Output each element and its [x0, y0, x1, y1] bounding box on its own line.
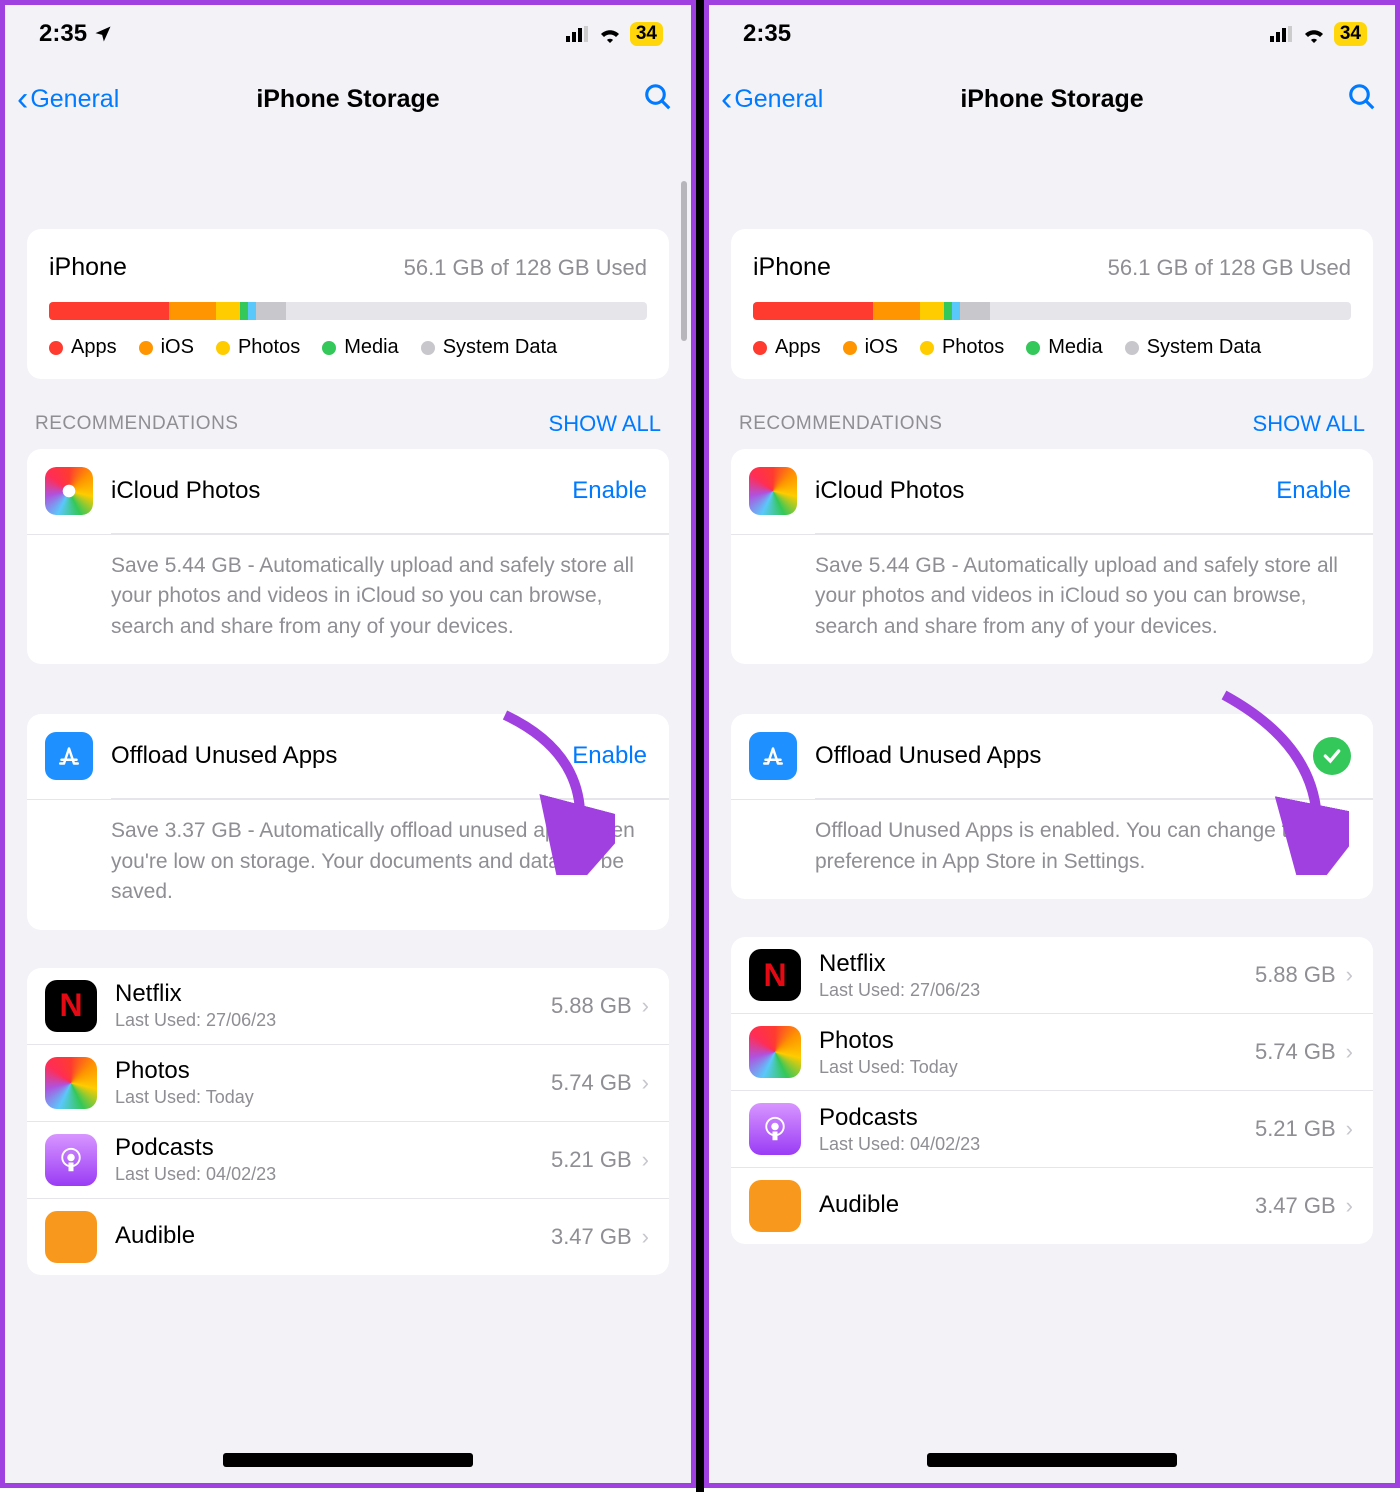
wifi-icon — [1302, 25, 1326, 43]
chevron-left-icon: ‹ — [17, 80, 28, 119]
chevron-right-icon: › — [642, 993, 649, 1019]
device-label: iPhone — [753, 253, 831, 282]
offload-title: Offload Unused Apps — [815, 742, 1313, 770]
search-icon — [1347, 82, 1377, 112]
app-row-netflix[interactable]: N NetflixLast Used: 27/06/23 5.88 GB › — [731, 937, 1373, 1014]
chevron-right-icon: › — [642, 1224, 649, 1250]
app-row-audible[interactable]: Audible 3.47 GB › — [731, 1168, 1373, 1244]
storage-summary-card: iPhone 56.1 GB of 128 GB Used Apps iOS P… — [731, 229, 1373, 379]
app-row-audible[interactable]: Audible 3.47 GB › — [27, 1199, 669, 1275]
device-label: iPhone — [49, 253, 127, 282]
storage-used-text: 56.1 GB of 128 GB Used — [404, 255, 647, 281]
navbar: ‹ General iPhone Storage — [709, 63, 1395, 135]
search-button[interactable] — [643, 82, 673, 117]
photos-app-icon — [749, 467, 797, 515]
wifi-icon — [598, 25, 622, 43]
photos-icon — [45, 1057, 97, 1109]
status-bar: 2:35 34 — [709, 5, 1395, 63]
battery-badge: 34 — [630, 22, 663, 46]
chevron-right-icon: › — [642, 1147, 649, 1173]
storage-used-text: 56.1 GB of 128 GB Used — [1108, 255, 1351, 281]
show-all-button[interactable]: SHOW ALL — [1253, 411, 1365, 437]
search-button[interactable] — [1347, 82, 1377, 117]
app-store-icon — [45, 732, 93, 780]
offload-title: Offload Unused Apps — [111, 742, 572, 770]
storage-bar — [753, 302, 1351, 320]
icloud-enable-button[interactable]: Enable — [1276, 477, 1351, 505]
offload-apps-recommendation: Offload Unused Apps Enable Save 3.37 GB … — [27, 714, 669, 929]
status-time: 2:35 — [743, 20, 791, 48]
app-list: N NetflixLast Used: 27/06/23 5.88 GB › P… — [731, 937, 1373, 1244]
status-time: 2:35 — [39, 20, 87, 48]
back-label: General — [734, 85, 823, 114]
storage-legend: Apps iOS Photos Media System Data — [753, 336, 1351, 359]
storage-summary-card: iPhone 56.1 GB of 128 GB Used Apps iOS P… — [27, 229, 669, 379]
navbar: ‹ General iPhone Storage — [5, 63, 691, 135]
battery-badge: 34 — [1334, 22, 1367, 46]
enabled-check-icon — [1313, 737, 1351, 775]
back-label: General — [30, 85, 119, 114]
netflix-icon: N — [45, 980, 97, 1032]
audible-icon — [749, 1180, 801, 1232]
photos-icon — [749, 1026, 801, 1078]
app-list: N NetflixLast Used: 27/06/23 5.88 GB › P… — [27, 968, 669, 1275]
storage-legend: Apps iOS Photos Media System Data — [49, 336, 647, 359]
app-store-icon — [749, 732, 797, 780]
location-icon — [93, 24, 113, 44]
chevron-right-icon: › — [1346, 1193, 1353, 1219]
redaction-bar — [223, 1453, 473, 1467]
chevron-right-icon: › — [1346, 1039, 1353, 1065]
icloud-photos-description: Save 5.44 GB - Automatically upload and … — [27, 534, 669, 664]
show-all-button[interactable]: SHOW ALL — [549, 411, 661, 437]
offload-description: Offload Unused Apps is enabled. You can … — [731, 799, 1373, 899]
recommendations-header: RECOMMENDATIONS — [739, 413, 942, 435]
icloud-photos-title: iCloud Photos — [111, 477, 572, 505]
photos-app-icon — [45, 467, 93, 515]
offload-apps-recommendation-enabled: Offload Unused Apps Offload Unused Apps … — [731, 714, 1373, 899]
phone-left: 2:35 34 ‹ General iPhone Storage iPhone — [0, 0, 696, 1488]
status-bar: 2:35 34 — [5, 5, 691, 63]
audible-icon — [45, 1211, 97, 1263]
icloud-photos-recommendation: iCloud Photos Enable Save 5.44 GB - Auto… — [731, 449, 1373, 664]
cellular-icon — [566, 26, 590, 42]
podcasts-icon — [45, 1134, 97, 1186]
app-row-netflix[interactable]: N NetflixLast Used: 27/06/23 5.88 GB › — [27, 968, 669, 1045]
netflix-icon: N — [749, 949, 801, 1001]
app-row-podcasts[interactable]: PodcastsLast Used: 04/02/23 5.21 GB › — [27, 1122, 669, 1199]
redaction-bar — [927, 1453, 1177, 1467]
chevron-right-icon: › — [1346, 1116, 1353, 1142]
storage-bar — [49, 302, 647, 320]
recommendations-header: RECOMMENDATIONS — [35, 413, 238, 435]
icloud-photos-description: Save 5.44 GB - Automatically upload and … — [731, 534, 1373, 664]
chevron-left-icon: ‹ — [721, 80, 732, 119]
icloud-photos-recommendation: iCloud Photos Enable Save 5.44 GB - Auto… — [27, 449, 669, 664]
cellular-icon — [1270, 26, 1294, 42]
back-button[interactable]: ‹ General — [721, 80, 823, 119]
app-row-photos[interactable]: PhotosLast Used: Today 5.74 GB › — [27, 1045, 669, 1122]
back-button[interactable]: ‹ General — [17, 80, 119, 119]
scrollbar[interactable] — [681, 181, 687, 341]
icloud-enable-button[interactable]: Enable — [572, 477, 647, 505]
search-icon — [643, 82, 673, 112]
app-row-photos[interactable]: PhotosLast Used: Today 5.74 GB › — [731, 1014, 1373, 1091]
chevron-right-icon: › — [1346, 962, 1353, 988]
icloud-photos-title: iCloud Photos — [815, 477, 1276, 505]
offload-description: Save 3.37 GB - Automatically offload unu… — [27, 799, 669, 929]
chevron-right-icon: › — [642, 1070, 649, 1096]
phone-right: 2:35 34 ‹ General iPhone Storage iPhone … — [704, 0, 1400, 1488]
podcasts-icon — [749, 1103, 801, 1155]
offload-enable-button[interactable]: Enable — [572, 742, 647, 770]
app-row-podcasts[interactable]: PodcastsLast Used: 04/02/23 5.21 GB › — [731, 1091, 1373, 1168]
